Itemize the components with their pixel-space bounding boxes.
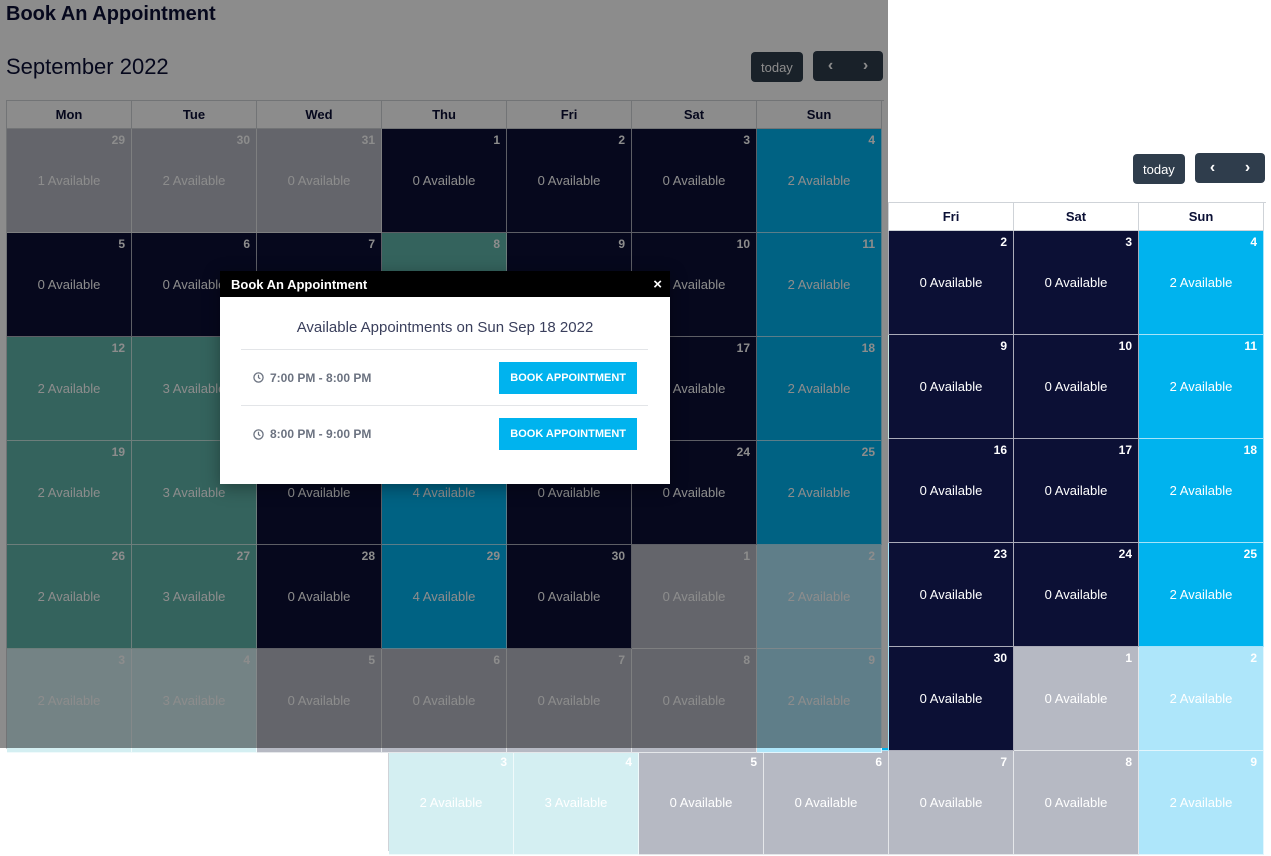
day-cell[interactable]: 7 0 Available (889, 751, 1014, 855)
day-number: 6 (875, 755, 882, 769)
day-cell[interactable]: 5 0 Available (639, 751, 764, 855)
availability-label: 0 Available (919, 483, 983, 498)
day-number: 25 (1243, 547, 1257, 561)
day-cell[interactable]: 10 0 Available (1014, 335, 1139, 439)
slot-time: 7:00 PM - 8:00 PM (253, 371, 371, 385)
availability-label: 0 Available (919, 379, 983, 394)
modal-header: Book An Appointment × (220, 271, 670, 297)
day-cell[interactable]: 3 2 Available (389, 751, 514, 855)
day-cell[interactable]: 23 0 Available (889, 543, 1014, 647)
day-number: 3 (500, 755, 507, 769)
day-number: 9 (1000, 339, 1007, 353)
day-cell[interactable]: 16 0 Available (889, 439, 1014, 543)
modal-subtitle: Available Appointments on Sun Sep 18 202… (296, 319, 594, 336)
slot-row: 8:00 PM - 9:00 PM BOOK APPOINTMENT (241, 406, 648, 462)
day-cell[interactable]: 30 0 Available (889, 647, 1014, 751)
availability-label: 0 Available (1044, 587, 1108, 602)
day-number: 30 (993, 651, 1007, 665)
day-cell[interactable]: 17 0 Available (1014, 439, 1139, 543)
day-cell[interactable]: 4 3 Available (514, 751, 639, 855)
day-cell[interactable]: 4 2 Available (1139, 231, 1264, 335)
chevron-right-icon: › (1244, 159, 1251, 176)
availability-label: 0 Available (1044, 379, 1108, 394)
day-number: 17 (1118, 443, 1132, 457)
day-number: 2 (1000, 235, 1007, 249)
day-number: 8 (1125, 755, 1132, 769)
availability-label: 2 Available (1169, 275, 1233, 290)
clock-icon (253, 428, 264, 440)
availability-label: 0 Available (1044, 691, 1108, 706)
availability-label: 0 Available (1044, 483, 1108, 498)
day-number: 24 (1118, 547, 1132, 561)
day-cell[interactable]: 24 0 Available (1014, 543, 1139, 647)
weekday-header: Sun (1139, 203, 1264, 231)
day-cell[interactable]: 6 0 Available (764, 751, 889, 855)
day-number: 2 (1250, 651, 1257, 665)
book-appointment-button[interactable]: BOOK APPOINTMENT (499, 418, 637, 450)
availability-label: 0 Available (669, 795, 733, 810)
slot-time-label: 8:00 PM - 9:00 PM (270, 427, 372, 441)
day-number: 7 (1000, 755, 1007, 769)
slot-time-label: 7:00 PM - 8:00 PM (270, 370, 372, 385)
day-number: 1 (1125, 651, 1132, 665)
availability-label: 2 Available (1169, 795, 1233, 810)
appointment-modal: Book An Appointment × Available Appointm… (220, 271, 670, 484)
slot-time: 8:00 PM - 9:00 PM (253, 427, 371, 441)
next-month-button[interactable]: › (1230, 153, 1265, 183)
day-cell[interactable]: 1 0 Available (1014, 647, 1139, 751)
availability-label: 2 Available (1169, 483, 1233, 498)
day-number: 16 (993, 443, 1007, 457)
day-cell[interactable]: 3 0 Available (1014, 231, 1139, 335)
slot-row: 7:00 PM - 8:00 PM BOOK APPOINTMENT (241, 350, 648, 406)
day-cell[interactable]: 18 2 Available (1139, 439, 1264, 543)
today-button[interactable]: today (1133, 154, 1185, 184)
day-number: 23 (993, 547, 1007, 561)
availability-label: 0 Available (919, 691, 983, 706)
day-number: 9 (1250, 755, 1257, 769)
weekday-header: Sat (1014, 203, 1139, 231)
book-appointment-button[interactable]: BOOK APPOINTMENT (499, 361, 637, 394)
nav-button-group: ‹ › (1195, 153, 1265, 183)
availability-label: 2 Available (1169, 379, 1233, 394)
availability-label: 2 Available (419, 795, 483, 810)
day-number: 18 (1243, 443, 1257, 457)
availability-label: 0 Available (1044, 795, 1108, 810)
prev-month-button[interactable]: ‹ (1195, 153, 1230, 183)
slot-list: 7:00 PM - 8:00 PM BOOK APPOINTMENT 8:00 … (241, 349, 648, 462)
day-cell[interactable]: 2 0 Available (889, 231, 1014, 335)
availability-label: 3 Available (544, 795, 608, 810)
clock-icon (253, 372, 264, 383)
day-cell[interactable]: 9 0 Available (889, 335, 1014, 439)
availability-label: 0 Available (919, 275, 983, 290)
chevron-left-icon: ‹ (1209, 159, 1216, 176)
day-number: 4 (1250, 235, 1257, 249)
day-cell[interactable]: 8 0 Available (1014, 751, 1139, 855)
availability-label: 0 Available (919, 795, 983, 810)
day-number: 4 (625, 755, 632, 769)
day-cell[interactable]: 2 2 Available (1139, 647, 1264, 751)
day-cell[interactable]: 25 2 Available (1139, 543, 1264, 647)
close-icon[interactable]: × (653, 277, 662, 292)
availability-label: 0 Available (919, 587, 983, 602)
day-number: 11 (1244, 339, 1257, 353)
availability-label: 0 Available (794, 795, 858, 810)
day-number: 10 (1118, 339, 1132, 353)
modal-title: Book An Appointment (231, 276, 368, 292)
availability-label: 2 Available (1169, 587, 1233, 602)
day-cell[interactable]: 11 2 Available (1139, 335, 1264, 439)
day-cell[interactable]: 9 2 Available (1139, 751, 1264, 855)
day-number: 3 (1125, 235, 1132, 249)
weekday-header: Fri (889, 203, 1014, 231)
availability-label: 0 Available (1044, 275, 1108, 290)
availability-label: 2 Available (1169, 691, 1233, 706)
day-number: 5 (750, 755, 757, 769)
